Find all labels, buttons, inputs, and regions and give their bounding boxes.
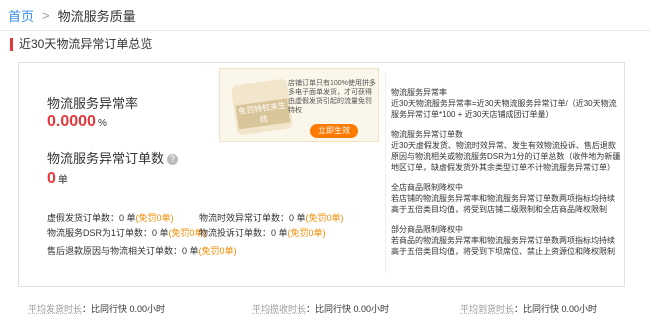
stat-value: 0 单 [182, 246, 199, 256]
note-body: 若商品的物流服务异常率和物流服务异常订单数两项指标均持续高于五倍类目均值，将受到… [391, 236, 615, 256]
stat-row-fake-shipping: 虚假发货订单数：0 单(免罚0单) [47, 211, 174, 224]
notes-column: 物流服务异常率 近30天物流服务异常率=近30天物流服务异常订单/（近30天物流… [391, 87, 621, 257]
stat-sep: ： [306, 304, 316, 314]
header-divider [0, 30, 650, 31]
exemption-badge-icon: 免罚特权未生效 [230, 78, 294, 136]
page-title: 物流服务质量 [57, 9, 136, 24]
stat-value: 比同行快 0.00小时 [523, 304, 598, 314]
stat-label: 售后退款原因与物流相关订单数： [47, 246, 183, 256]
stat-value: 比同行快 0.00小时 [91, 304, 166, 314]
note-title: 物流服务异常订单数 [391, 130, 463, 139]
note-title: 部分商品限制降权中 [391, 225, 463, 234]
count-unit: 单 [57, 175, 68, 186]
breadcrumb-home-link[interactable]: 首页 [8, 6, 34, 25]
exempt-link[interactable]: (免罚0单) [306, 213, 344, 223]
avg-delivery-time: 平均到货时长：比同行快 0.00小时 [460, 302, 597, 315]
note-body: 若店铺的物流服务异常率和物流服务异常订单数两项指标均持续高于五倍类目均值，将受到… [391, 194, 615, 214]
stat-label[interactable]: 平均揽收时长 [252, 304, 306, 314]
stat-sep: ： [82, 304, 92, 314]
vertical-divider [385, 73, 386, 273]
exempt-link[interactable]: (免罚0单) [136, 213, 174, 223]
stat-label[interactable]: 平均到货时长 [460, 304, 514, 314]
promo-text: 店铺订单只有100%使用拼多多电子面单发货，才可获得由虚假发货引起的流量免罚特权 [288, 80, 376, 114]
count-value: 0单 [47, 170, 68, 188]
stat-row-timeliness: 物流时效异常订单数：0 单(免罚0单) [199, 211, 344, 224]
note-body: 近30天物流服务异常率=近30天物流服务异常订单/（近30天物流服务异常订单*1… [391, 99, 617, 119]
help-icon[interactable]: ? [167, 154, 179, 165]
stat-label: 物流时效异常订单数： [199, 213, 290, 223]
note-title: 全店商品限制降权中 [391, 183, 463, 192]
stat-value: 0 单 [152, 228, 169, 238]
activate-button[interactable]: 立即生效 [310, 124, 358, 138]
stat-label: 虚假发货订单数： [47, 213, 120, 223]
stat-value: 0 单 [289, 213, 306, 223]
exempt-link[interactable]: (免罚0单) [199, 246, 237, 256]
stat-row-refund: 售后退款原因与物流相关订单数：0 单(免罚0单) [47, 244, 237, 257]
stat-value: 0 单 [271, 228, 288, 238]
note-title: 物流服务异常率 [391, 88, 447, 97]
rate-unit: % [97, 118, 107, 129]
stat-label: 物流服务DSR为1订单数： [47, 228, 153, 238]
exempt-link[interactable]: (免罚0单) [288, 228, 326, 238]
rate-number: 0.0000 [47, 113, 96, 130]
stat-row-dsr: 物流服务DSR为1订单数：0 单(免罚0单) [47, 226, 207, 239]
count-number: 0 [47, 170, 56, 187]
stat-value: 0 单 [119, 213, 136, 223]
breadcrumb: 首页 > 物流服务质量 [8, 6, 136, 25]
note-body: 近30天虚假发货、物流时效异常、发生有效物流投诉、售后退款原因与物流相关或物流服… [391, 141, 621, 172]
section-title: 近30天物流异常订单总览 [10, 38, 152, 51]
avg-pickup-time: 平均揽收时长：比同行快 0.00小时 [252, 302, 389, 315]
breadcrumb-separator: > [42, 8, 50, 23]
stat-value: 比同行快 0.00小时 [315, 304, 390, 314]
avg-shipping-time: 平均发货时长：比同行快 0.00小时 [28, 302, 165, 315]
rate-label: 物流服务异常率 [47, 96, 139, 111]
badge-text: 免罚特权未生效 [235, 98, 291, 130]
stat-label[interactable]: 平均发货时长 [28, 304, 82, 314]
stat-row-complaint: 物流投诉订单数：0 单(免罚0单) [199, 226, 326, 239]
stat-sep: ： [514, 304, 524, 314]
stat-label: 物流投诉订单数： [199, 228, 272, 238]
rate-value: 0.0000% [47, 113, 107, 131]
exemption-promo-card: 免罚特权未生效 店铺订单只有100%使用拼多多电子面单发货，才可获得由虚假发货引… [219, 68, 379, 142]
overview-panel: 物流服务异常率 0.0000% 物流服务异常订单数? 0单 虚假发货订单数：0 … [18, 62, 625, 287]
count-label: 物流服务异常订单数 [47, 151, 165, 166]
count-label-row: 物流服务异常订单数? [47, 148, 179, 167]
